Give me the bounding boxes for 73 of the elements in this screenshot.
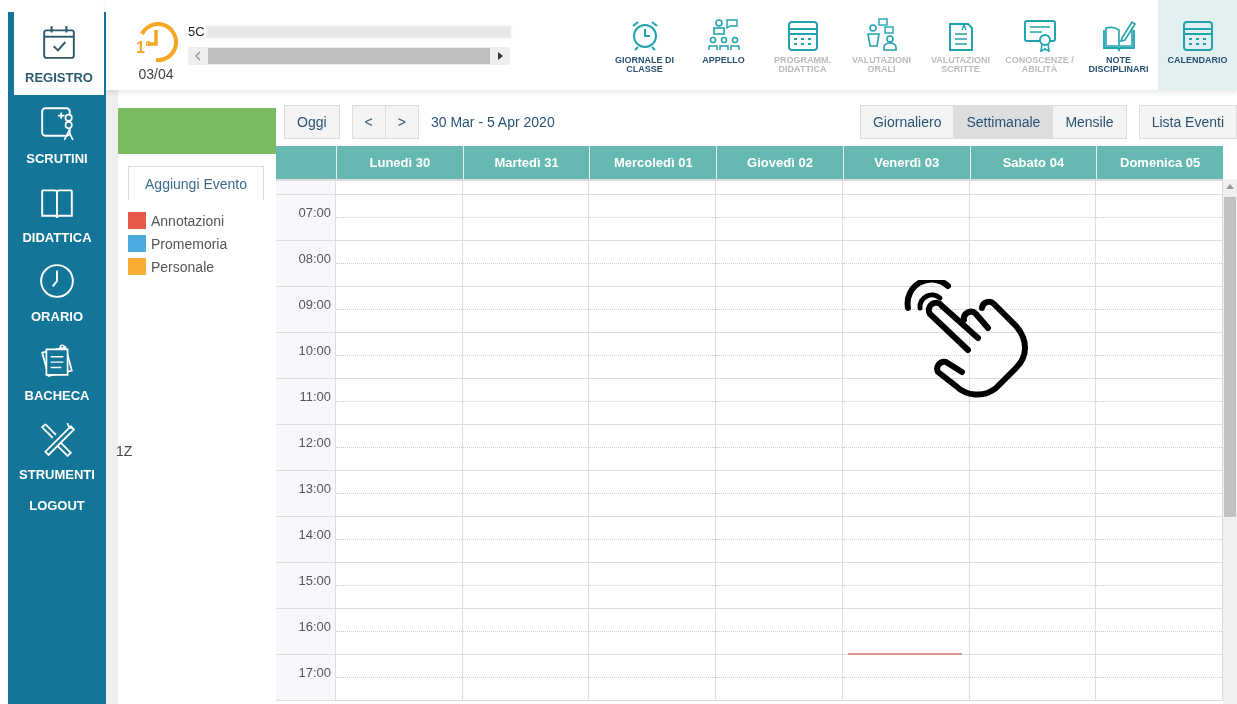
time-label: 07:00 <box>276 195 336 241</box>
pointing-hand-icon <box>902 280 1030 398</box>
time-slot[interactable] <box>842 241 970 287</box>
sidebar-icon <box>39 421 75 457</box>
time-label: 17:00 <box>276 655 336 701</box>
time-label: 08:00 <box>276 241 336 287</box>
toolbar-icon <box>1180 18 1215 52</box>
toolbar-icon <box>1022 18 1057 52</box>
time-label: 16:00 <box>276 609 336 655</box>
all-day-slot[interactable] <box>589 181 717 195</box>
time-slot[interactable] <box>969 379 1097 425</box>
toolbar-icon <box>706 18 741 52</box>
toolbar-button[interactable]: CALENDARIO <box>1158 0 1237 90</box>
vertical-scrollbar[interactable] <box>1223 179 1237 704</box>
time-label: 13:00 <box>276 471 336 517</box>
toolbar-icon <box>864 18 899 52</box>
sidebar-item[interactable]: ORARIO <box>8 253 106 332</box>
event-list-button[interactable]: Lista Eventi <box>1138 105 1237 139</box>
day-header: Domenica 05 <box>1096 146 1223 179</box>
time-label: 10:00 <box>276 333 336 379</box>
all-day-slot[interactable] <box>716 181 843 195</box>
view-button[interactable]: Settimanale <box>953 105 1054 139</box>
legend-label: Personale <box>151 258 215 275</box>
toolbar-button[interactable]: APPELLO <box>684 0 763 90</box>
toolbar-button[interactable]: GIORNALE DI CLASSE <box>605 0 684 90</box>
toolbar-icon <box>1101 18 1136 52</box>
note-text: 1Z <box>116 443 134 459</box>
time-label: 15:00 <box>276 563 336 609</box>
sidebar-item[interactable]: DIDATTICA <box>8 174 106 253</box>
day-header: Lunedì 30 <box>336 146 463 179</box>
all-day-slot[interactable] <box>336 181 463 195</box>
sidebar-icon <box>39 263 75 299</box>
sidebar-icon <box>41 24 77 60</box>
all-day-slot[interactable] <box>969 181 1097 195</box>
time-slot[interactable] <box>842 287 970 333</box>
time-slot[interactable] <box>969 333 1097 379</box>
toolbar-button[interactable]: NOTE DISCIPLINARI <box>1079 0 1158 90</box>
day-header: Martedì 31 <box>462 146 590 179</box>
time-label: 14:00 <box>276 517 336 563</box>
class-name: 5C <box>188 24 205 39</box>
all-day-slot[interactable] <box>842 181 970 195</box>
toolbar-icon <box>785 18 820 52</box>
horizontal-scrollbar[interactable] <box>188 47 510 65</box>
scroll-right-arrow-icon[interactable] <box>496 51 504 61</box>
previous-button[interactable]: < <box>351 105 386 139</box>
sidebar-item[interactable]: REGISTRO <box>14 12 104 95</box>
sidebar-icon <box>39 342 75 378</box>
view-button[interactable]: Mensile <box>1052 105 1127 139</box>
view-button[interactable]: Giornaliero <box>859 105 955 139</box>
day-header: Venerdì 03 <box>842 146 970 179</box>
day-header: Sabato 04 <box>969 146 1097 179</box>
day-header: Giovedì 02 <box>716 146 843 179</box>
sidebar-item[interactable]: STRUMENTI <box>8 411 106 490</box>
next-button[interactable]: > <box>384 105 419 139</box>
today-button[interactable]: Oggi <box>284 105 340 139</box>
day-header: Mercoledì 01 <box>589 146 717 179</box>
scroll-up-arrow-icon[interactable] <box>1226 183 1234 189</box>
time-label: 12:00 <box>276 425 336 471</box>
all-day-slot[interactable] <box>462 181 590 195</box>
time-slot[interactable] <box>842 333 970 379</box>
time-slot[interactable] <box>842 379 970 425</box>
sidebar-item[interactable]: SCRUTINI <box>8 95 106 174</box>
time-label: 09:00 <box>276 287 336 333</box>
date-range: 30 Mar - 5 Apr 2020 <box>430 114 555 130</box>
legend-label: Promemoria <box>151 235 228 252</box>
sidebar-icon <box>39 105 75 141</box>
sidebar-item[interactable]: LOGOUT <box>8 490 106 521</box>
legend-label: Annotazioni <box>151 212 225 229</box>
time-label: 11:00 <box>276 379 336 425</box>
lesson-date: 03/04 <box>138 66 174 82</box>
sidebar-item[interactable]: BACHECA <box>8 332 106 411</box>
add-event-tab[interactable]: Aggiungi Evento <box>128 166 264 200</box>
all-day-slot[interactable] <box>1096 181 1223 195</box>
